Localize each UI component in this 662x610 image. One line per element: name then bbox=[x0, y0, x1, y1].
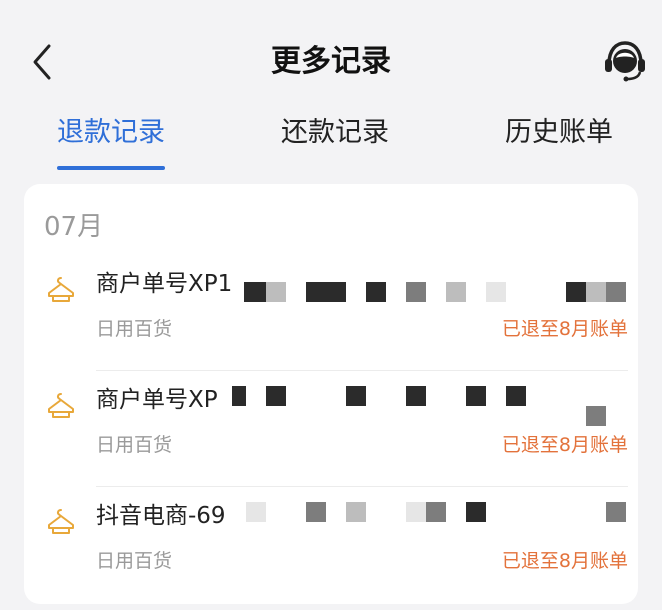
redacted-text bbox=[606, 282, 626, 302]
record-category: 日用百货 bbox=[96, 550, 173, 572]
month-header: 07月 bbox=[44, 212, 104, 242]
tab-refund-records[interactable]: 退款记录 bbox=[57, 110, 165, 170]
customer-service-icon bbox=[605, 41, 645, 82]
active-tab-indicator bbox=[57, 166, 165, 170]
redacted-text bbox=[466, 502, 486, 522]
redacted-text bbox=[244, 282, 266, 302]
hanger-icon bbox=[48, 509, 74, 534]
divider bbox=[96, 370, 628, 371]
page-title: 更多记录 bbox=[271, 44, 391, 79]
redacted-text bbox=[406, 386, 426, 406]
customer-service-button[interactable] bbox=[602, 38, 648, 84]
record-status: 已退至8月账单 bbox=[501, 318, 628, 340]
record-category: 日用百货 bbox=[96, 434, 173, 456]
record-status: 已退至8月账单 bbox=[501, 550, 628, 572]
record-status: 已退至8月账单 bbox=[501, 434, 628, 456]
record-tabs: 退款记录 还款记录 历史账单 bbox=[0, 110, 662, 174]
redacted-text bbox=[406, 282, 426, 302]
redacted-text bbox=[486, 282, 506, 302]
hanger-icon bbox=[48, 277, 74, 302]
refund-record-item[interactable]: 商户单号XP1 日用百货 已退至8月账单 bbox=[24, 262, 638, 378]
tab-repayment-records[interactable]: 还款记录 bbox=[281, 110, 389, 156]
redacted-text bbox=[346, 386, 366, 406]
record-title: 商户单号XP bbox=[96, 387, 218, 413]
tab-history-bills[interactable]: 历史账单 bbox=[505, 110, 613, 156]
refund-record-item[interactable]: 抖音电商-69 日用百货 已退至8月账单 bbox=[24, 494, 638, 610]
redacted-text bbox=[266, 386, 286, 406]
record-title: 抖音电商-69 bbox=[96, 503, 226, 529]
redacted-text bbox=[246, 502, 266, 522]
tab-label: 还款记录 bbox=[281, 117, 389, 148]
refund-records-screen: { "header": { "title": "更多记录", "back_ico… bbox=[0, 0, 662, 604]
tab-label: 历史账单 bbox=[505, 117, 613, 148]
redacted-text bbox=[406, 502, 426, 522]
redacted-text bbox=[586, 282, 606, 302]
redacted-text bbox=[586, 406, 606, 426]
top-bar: 更多记录 bbox=[0, 0, 662, 110]
tab-label: 退款记录 bbox=[57, 117, 165, 148]
redacted-text bbox=[446, 282, 466, 302]
record-title: 商户单号XP1 bbox=[96, 271, 233, 297]
redacted-text bbox=[426, 502, 446, 522]
redacted-text bbox=[366, 282, 386, 302]
hanger-icon bbox=[48, 393, 74, 418]
record-category: 日用百货 bbox=[96, 318, 173, 340]
redacted-text bbox=[232, 386, 246, 406]
records-card: 07月 商户单号XP1 日用百货 已退至8月账单 商户单号XP 日用百货 已退至… bbox=[24, 184, 638, 604]
redacted-text bbox=[466, 386, 486, 406]
divider bbox=[96, 486, 628, 487]
refund-record-item[interactable]: 商户单号XP 日用百货 已退至8月账单 bbox=[24, 378, 638, 494]
redacted-text bbox=[266, 282, 286, 302]
redacted-text bbox=[306, 502, 326, 522]
redacted-text bbox=[506, 386, 526, 406]
redacted-text bbox=[566, 282, 586, 302]
redacted-text bbox=[346, 502, 366, 522]
redacted-text bbox=[606, 502, 626, 522]
redacted-text bbox=[306, 282, 346, 302]
